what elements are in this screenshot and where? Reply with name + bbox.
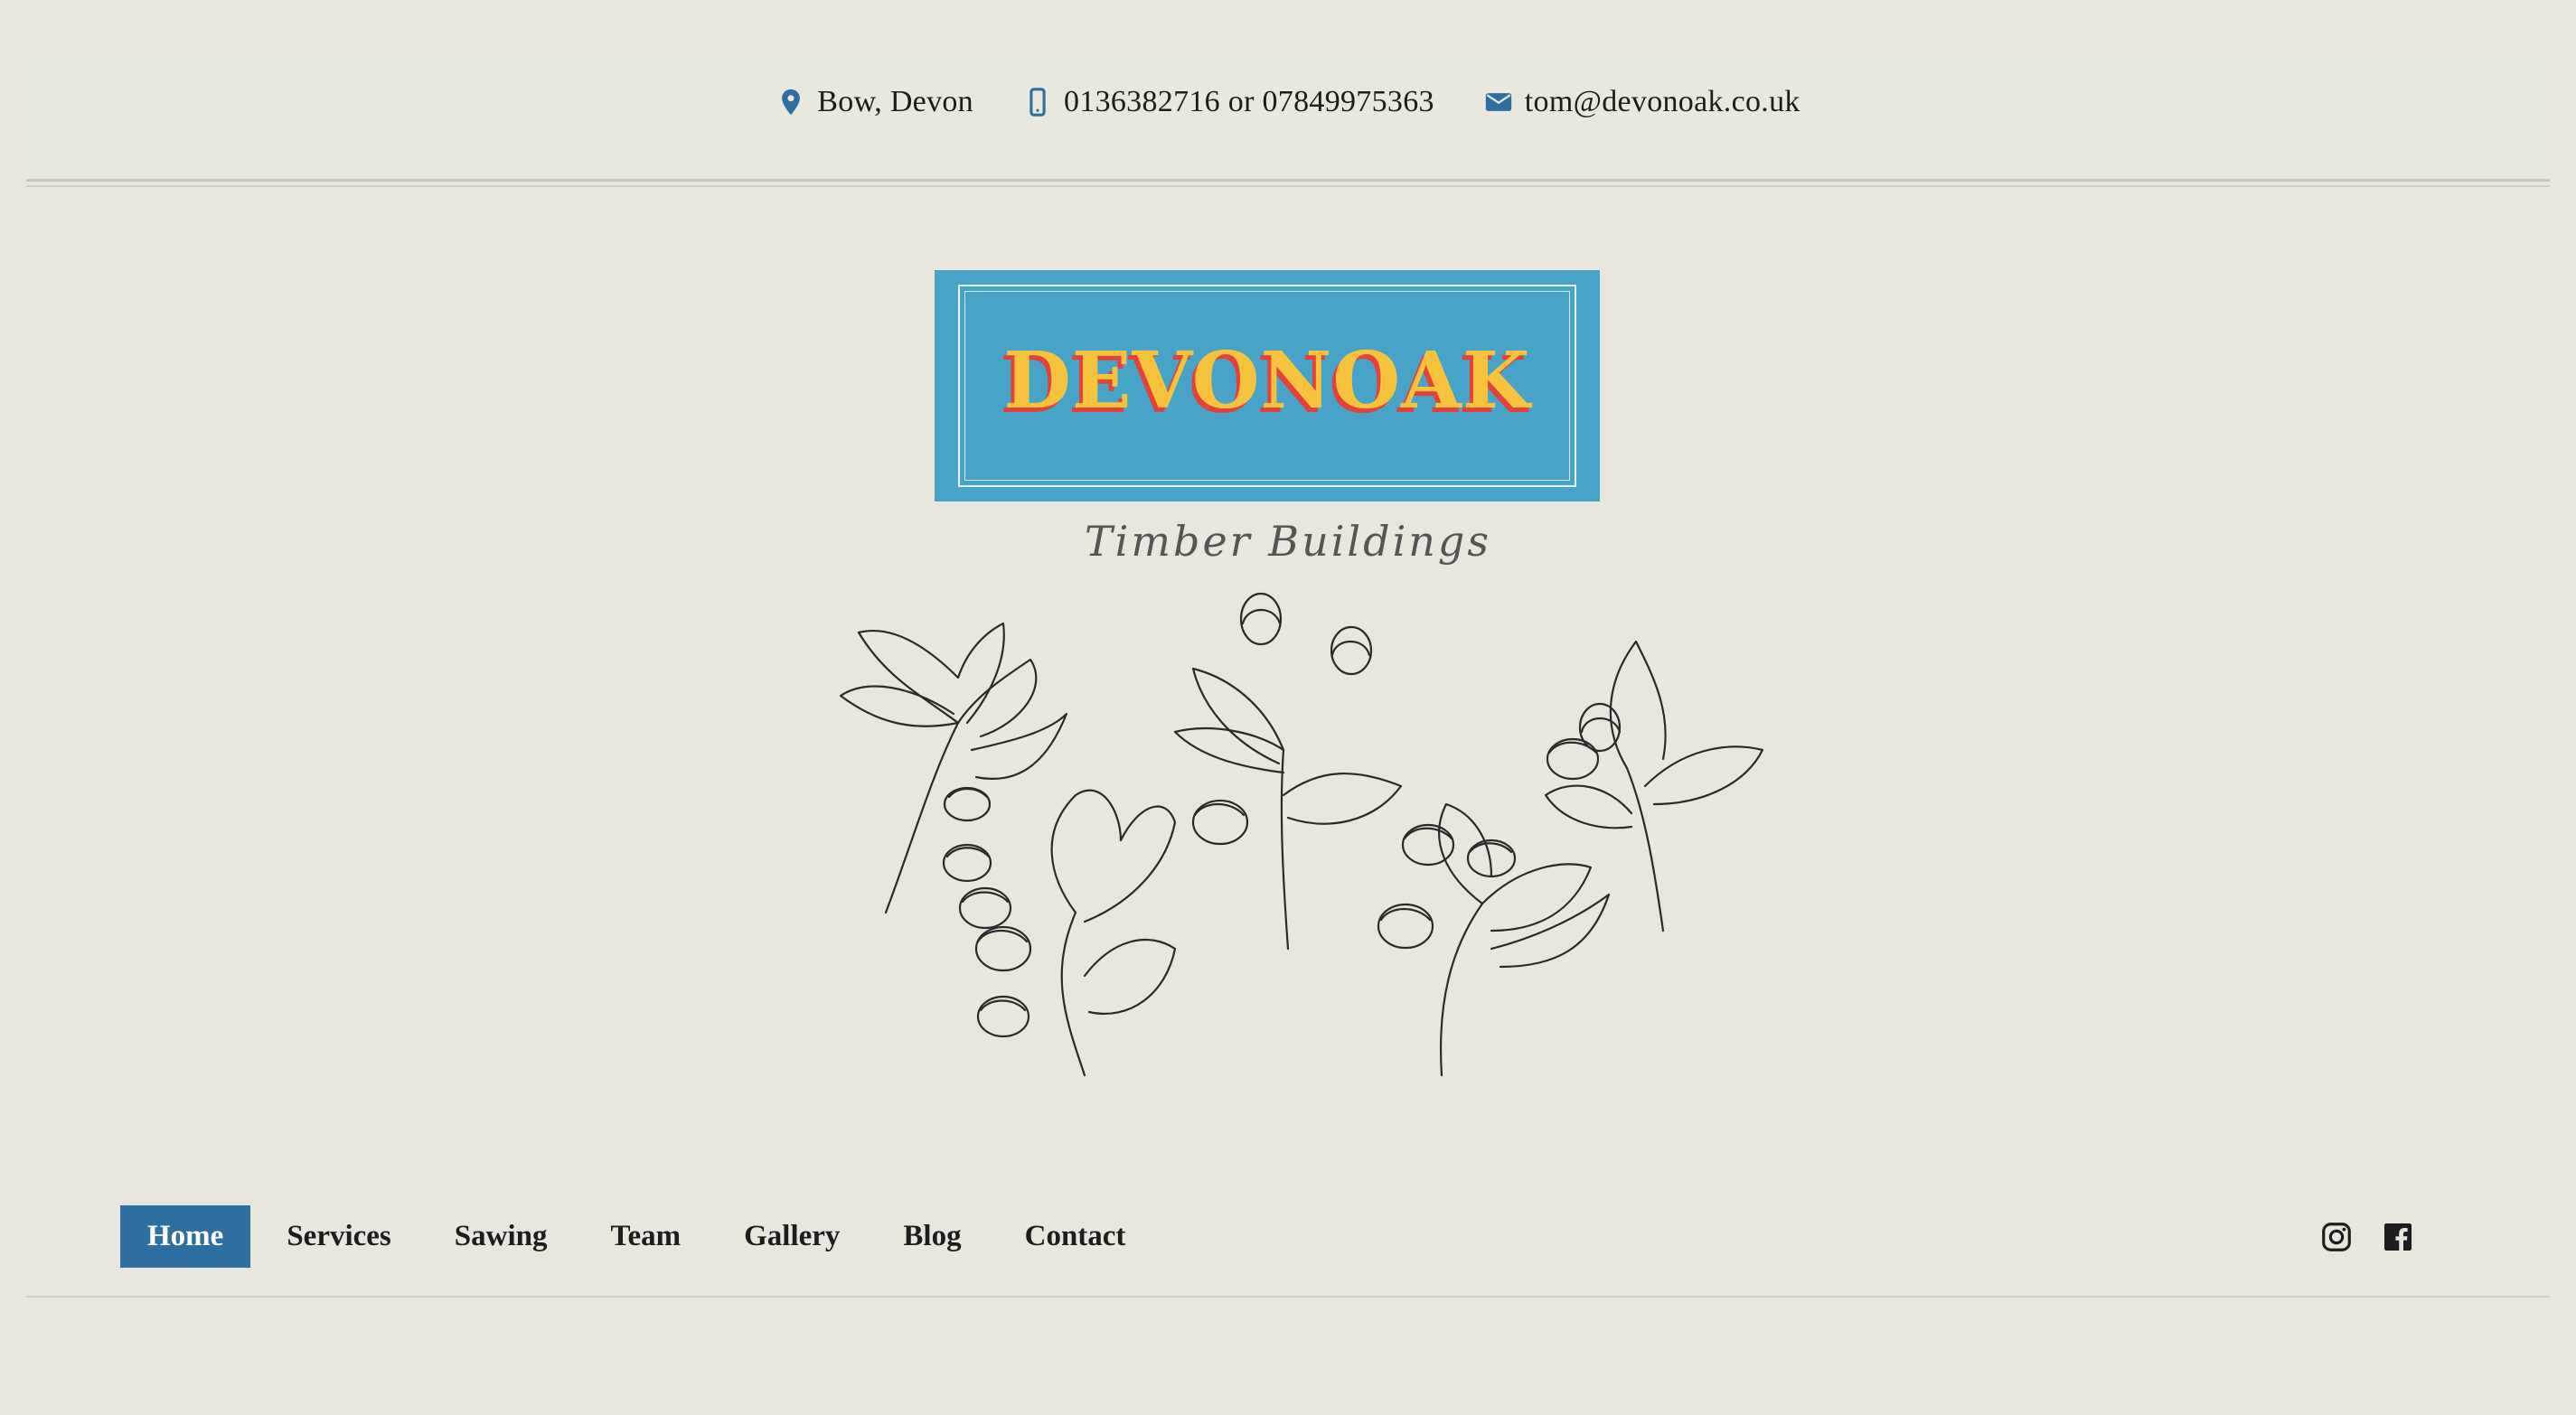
nav-item-sawing[interactable]: Sawing — [428, 1205, 575, 1268]
nav-item-team[interactable]: Team — [583, 1205, 708, 1268]
nav-item-contact[interactable]: Contact — [998, 1205, 1153, 1268]
location-pin-icon — [776, 87, 806, 117]
contact-phone[interactable]: 0136382716 or 07849975363 — [1022, 85, 1434, 119]
logo-text: DEVONOAK — [1003, 335, 1531, 426]
main-nav: Home Services Sawing Team Gallery Blog C… — [120, 1205, 1161, 1268]
logo-tagline: Timber Buildings — [1085, 517, 1491, 566]
location-text: Bow, Devon — [817, 85, 973, 118]
nav-item-blog[interactable]: Blog — [876, 1205, 988, 1268]
nav-item-home[interactable]: Home — [120, 1205, 251, 1268]
email-link[interactable]: tom@devonoak.co.uk — [1525, 85, 1800, 119]
facebook-icon[interactable] — [2381, 1220, 2415, 1254]
phone-text[interactable]: 0136382716 or 07849975363 — [1064, 85, 1434, 119]
contact-email[interactable]: tom@devonoak.co.uk — [1483, 85, 1800, 119]
instagram-icon[interactable] — [2319, 1220, 2354, 1254]
envelope-icon — [1483, 87, 1514, 117]
contact-info: Bow, Devon 0136382716 or 07849975363 tom… — [0, 85, 2576, 119]
site-logo[interactable]: DEVONOAK — [935, 270, 1600, 501]
social-links — [2319, 1220, 2415, 1254]
contact-location: Bow, Devon — [776, 85, 973, 119]
nav-item-gallery[interactable]: Gallery — [717, 1205, 867, 1268]
mobile-phone-icon — [1022, 87, 1053, 117]
nav-item-services[interactable]: Services — [259, 1205, 418, 1268]
nav-divider — [26, 1296, 2550, 1298]
oak-leaves-acorns-illustration — [839, 592, 1764, 1077]
